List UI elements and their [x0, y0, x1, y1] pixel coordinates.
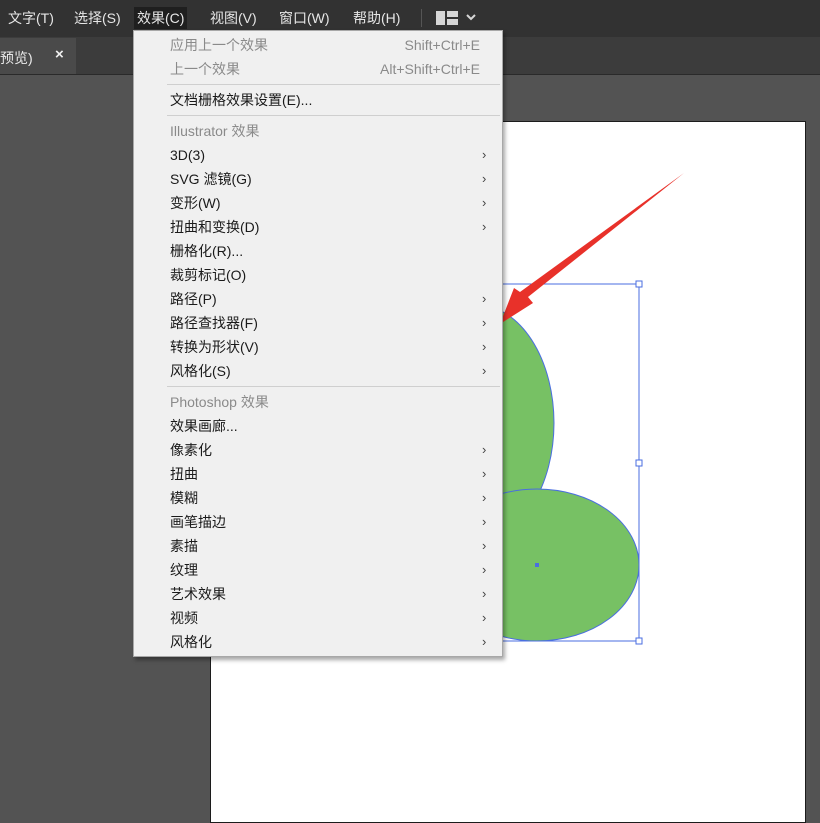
menu-item-illustrator-2[interactable]: 变形(W) › — [134, 191, 502, 215]
chevron-right-icon: › — [482, 171, 487, 186]
menu-item-label: SVG 滤镜(G) — [170, 171, 252, 187]
chevron-right-icon: › — [482, 562, 487, 577]
section-header-photoshop: Photoshop 效果 — [170, 394, 269, 410]
menu-item-photoshop-9[interactable]: 风格化 › — [134, 630, 502, 654]
chevron-right-icon: › — [482, 514, 487, 529]
menu-item-label: 风格化(S) — [170, 363, 231, 379]
chevron-right-icon: › — [482, 634, 487, 649]
chevron-right-icon: › — [482, 315, 487, 330]
menu-divider — [167, 84, 500, 85]
menu-item-illustrator-7[interactable]: 路径查找器(F) › — [134, 311, 502, 335]
menu-item-illustrator-0[interactable]: 3D(3) › — [134, 143, 502, 167]
chevron-right-icon: › — [482, 219, 487, 234]
menu-item-label: 转换为形状(V) — [170, 339, 259, 355]
menu-item-label: 路径(P) — [170, 291, 217, 307]
menu-item-illustrator-9[interactable]: 风格化(S) › — [134, 359, 502, 383]
menu-item-photoshop-5[interactable]: 素描 › — [134, 534, 502, 558]
menu-divider — [167, 115, 500, 116]
menu-item-illustrator-8[interactable]: 转换为形状(V) › — [134, 335, 502, 359]
chevron-right-icon: › — [482, 147, 487, 162]
menu-item-photoshop-3[interactable]: 模糊 › — [134, 486, 502, 510]
menu-item-label: 纹理 — [170, 562, 198, 578]
menu-item-photoshop-1[interactable]: 像素化 › — [134, 438, 502, 462]
menu-item-label: 3D(3) — [170, 147, 206, 163]
menu-item-photoshop-0[interactable]: 效果画廊... — [134, 414, 502, 438]
menu-item-photoshop-2[interactable]: 扭曲 › — [134, 462, 502, 486]
chevron-right-icon: › — [482, 586, 487, 601]
chevron-right-icon: › — [482, 610, 487, 625]
menu-item-photoshop-8[interactable]: 视频 › — [134, 606, 502, 630]
chevron-right-icon: › — [482, 363, 487, 378]
menu-item-apply-last-effect: 应用上一个效果 Shift+Ctrl+E — [170, 37, 480, 53]
menu-item-label: 视频 — [170, 610, 198, 626]
menu-item-label: 风格化 — [170, 634, 212, 650]
chevron-right-icon: › — [482, 466, 487, 481]
menu-divider — [167, 386, 500, 387]
menu-item-label: 艺术效果 — [170, 586, 226, 602]
menu-item-label: 扭曲和变换(D) — [170, 219, 260, 235]
menu-item-illustrator-6[interactable]: 路径(P) › — [134, 287, 502, 311]
menu-item-photoshop-4[interactable]: 画笔描边 › — [134, 510, 502, 534]
menu-item-photoshop-6[interactable]: 纹理 › — [134, 558, 502, 582]
menu-item-label: 画笔描边 — [170, 514, 226, 530]
menu-item-photoshop-7[interactable]: 艺术效果 › — [134, 582, 502, 606]
menu-item-raster-settings[interactable]: 文档栅格效果设置(E)... — [134, 88, 502, 112]
chevron-right-icon: › — [482, 442, 487, 457]
menu-item-label: 模糊 — [170, 490, 198, 506]
effect-menu-dropdown: 应用上一个效果 Shift+Ctrl+E 上一个效果 Alt+Shift+Ctr… — [133, 30, 503, 657]
menu-item-last-effect: 上一个效果 Alt+Shift+Ctrl+E — [170, 61, 480, 77]
menu-item-illustrator-4[interactable]: 栅格化(R)... — [134, 239, 502, 263]
chevron-right-icon: › — [482, 538, 487, 553]
chevron-right-icon: › — [482, 195, 487, 210]
section-header-illustrator: Illustrator 效果 — [170, 123, 260, 139]
menu-item-illustrator-3[interactable]: 扭曲和变换(D) › — [134, 215, 502, 239]
menu-item-label: 像素化 — [170, 442, 212, 458]
menu-item-label: 变形(W) — [170, 195, 221, 211]
handle-middle-right[interactable] — [635, 459, 643, 467]
chevron-right-icon: › — [482, 339, 487, 354]
center-point — [535, 563, 539, 567]
menu-item-label: 裁剪标记(O) — [170, 267, 247, 283]
annotation-arrow-icon — [500, 173, 684, 324]
menu-item-label: 路径查找器(F) — [170, 315, 258, 331]
menu-item-illustrator-5[interactable]: 裁剪标记(O) — [134, 263, 502, 287]
menu-item-label: 栅格化(R)... — [170, 243, 244, 259]
menu-item-label: 素描 — [170, 538, 198, 554]
menu-item-label: 效果画廊... — [170, 418, 238, 434]
menu-item-label: 扭曲 — [170, 466, 198, 482]
chevron-right-icon: › — [482, 490, 487, 505]
handle-top-right[interactable] — [635, 280, 643, 288]
chevron-right-icon: › — [482, 291, 487, 306]
menu-item-illustrator-1[interactable]: SVG 滤镜(G) › — [134, 167, 502, 191]
handle-bottom-right[interactable] — [635, 637, 643, 645]
